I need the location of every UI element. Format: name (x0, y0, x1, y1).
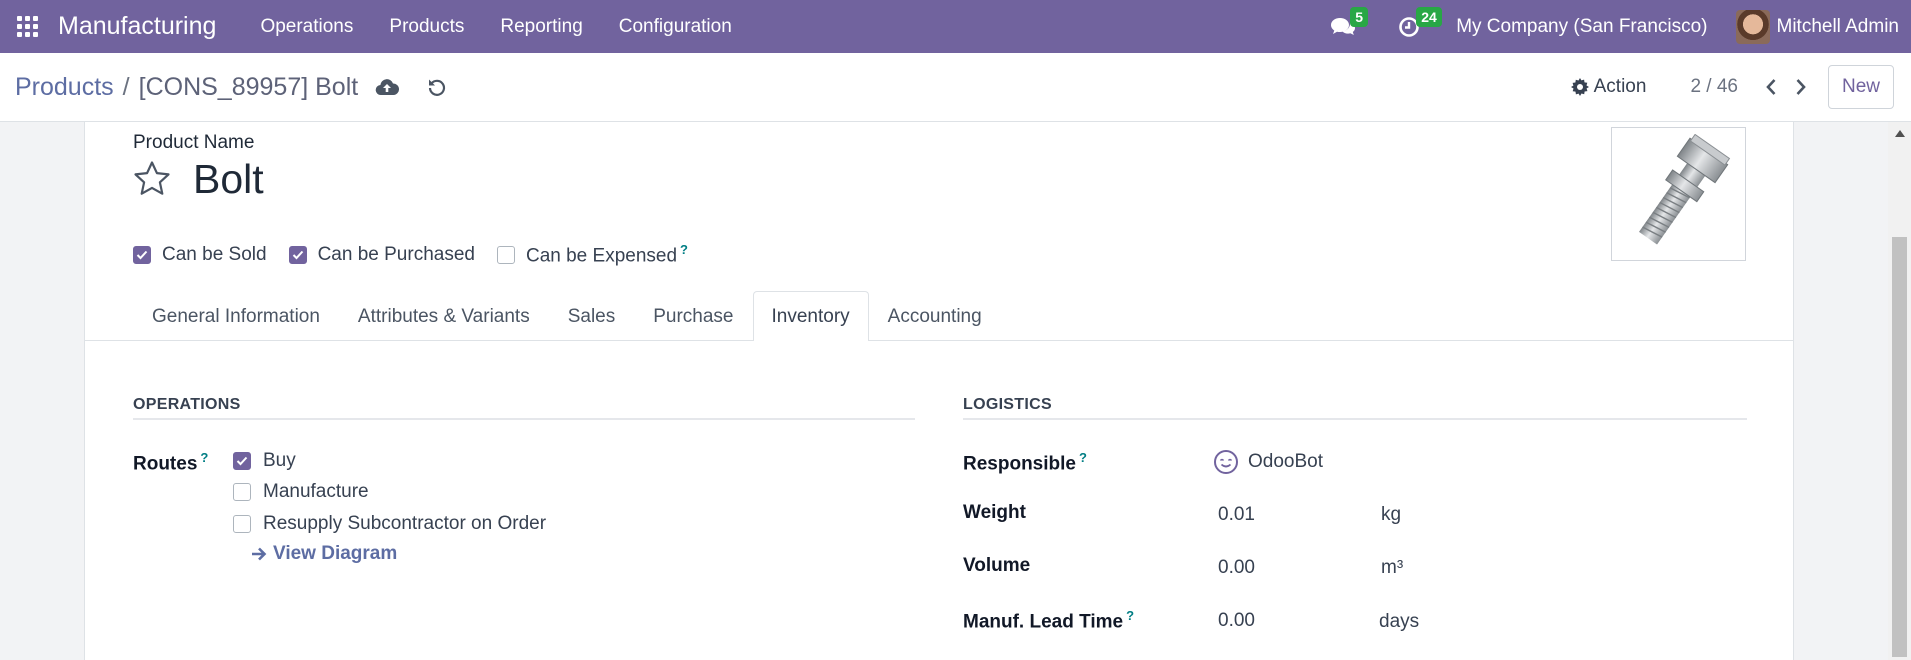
pager-value[interactable]: 2 / 46 (1690, 76, 1738, 98)
volume-input[interactable]: 0.00 (1218, 557, 1255, 579)
breadcrumb-products-link[interactable]: Products (15, 73, 114, 102)
tab-purchase[interactable]: Purchase (634, 291, 752, 340)
top-navbar: Manufacturing Operations Products Report… (0, 0, 1911, 53)
route-manufacture-checkbox[interactable] (233, 483, 251, 501)
responsible-value: OdooBot (1248, 451, 1323, 472)
volume-label: Volume (963, 555, 1031, 576)
can-be-purchased-label: Can be Purchased (317, 243, 475, 265)
logistics-section-title: LOGISTICS (963, 396, 1052, 413)
view-diagram-link[interactable]: View Diagram (251, 543, 397, 565)
route-buy-label: Buy (263, 450, 296, 471)
scroll-up-arrow-icon[interactable] (1888, 122, 1911, 144)
bolt-image-icon (1638, 134, 1730, 245)
responsible-help[interactable]: ? (1079, 450, 1087, 465)
tab-sales[interactable]: Sales (549, 291, 635, 340)
volume-unit: m³ (1381, 557, 1404, 578)
new-button[interactable]: New (1827, 65, 1894, 109)
control-panel: Products / [CONS_89957] Bolt Action 2 / … (0, 53, 1911, 122)
manuf-lead-time-input[interactable]: 0.00 (1218, 610, 1255, 632)
action-label: Action (1593, 76, 1647, 97)
can-be-purchased-checkbox[interactable] (288, 245, 307, 264)
route-resupply-subcontractor: Resupply Subcontractor on Order (233, 513, 546, 535)
route-buy: Buy (233, 450, 296, 472)
app-name[interactable]: Manufacturing (58, 12, 216, 41)
weight-input[interactable]: 0.01 (1218, 504, 1255, 526)
operations-divider (133, 418, 915, 420)
can-be-sold-label: Can be Sold (162, 243, 267, 265)
can-be-expensed-field: Can be Expensed? (496, 242, 688, 267)
menu-reporting[interactable]: Reporting (482, 0, 600, 53)
messages-count-badge: 5 (1350, 7, 1368, 27)
manuf-lead-time-help[interactable]: ? (1126, 608, 1134, 623)
breadcrumb-current-record: [CONS_89957] Bolt (138, 72, 359, 101)
operations-section-title: OPERATIONS (133, 396, 241, 413)
action-menu-button[interactable]: Action (1570, 76, 1647, 98)
routes-label: Routes? (133, 450, 209, 475)
cloud-upload-icon (375, 79, 400, 96)
favorite-star-icon[interactable] (133, 160, 171, 201)
route-resupply-subcontractor-checkbox[interactable] (233, 515, 251, 533)
breadcrumb-separator: / (122, 72, 130, 101)
can-be-sold-field: Can be Sold (133, 244, 267, 266)
responsible-label: Responsible? (963, 450, 1087, 475)
page-scrollbar[interactable] (1888, 122, 1911, 660)
menu-configuration[interactable]: Configuration (601, 0, 750, 53)
route-manufacture-label: Manufacture (263, 481, 369, 502)
chevron-right-icon (1796, 79, 1806, 95)
company-switcher[interactable]: My Company (San Francisco) (1442, 16, 1735, 38)
weight-unit: kg (1381, 504, 1402, 525)
pager-next-button[interactable] (1786, 67, 1816, 107)
tab-accounting[interactable]: Accounting (869, 291, 1001, 340)
manuf-lead-time-unit: days (1379, 611, 1420, 632)
routes-help[interactable]: ? (200, 450, 208, 465)
arrow-right-icon (252, 547, 267, 561)
user-menu[interactable]: Mitchell Admin (1735, 9, 1911, 44)
undo-icon (429, 79, 446, 96)
route-buy-checkbox[interactable] (233, 452, 251, 470)
tab-attributes-variants[interactable]: Attributes & Variants (339, 291, 549, 340)
tab-general-information[interactable]: General Information (133, 291, 339, 340)
menu-operations[interactable]: Operations (242, 0, 371, 53)
form-tabs: General Information Attributes & Variant… (85, 291, 1793, 341)
product-image[interactable] (1611, 127, 1746, 261)
tab-inventory[interactable]: Inventory (752, 291, 869, 341)
breadcrumb: Products / [CONS_89957] Bolt (15, 73, 358, 102)
odoobot-avatar-icon (1214, 450, 1238, 474)
discard-button[interactable] (416, 67, 458, 107)
apps-menu-icon[interactable] (0, 0, 54, 53)
pager-previous-button[interactable] (1756, 67, 1786, 107)
can-be-expensed-help[interactable]: ? (680, 242, 688, 257)
can-be-expensed-checkbox[interactable] (496, 245, 515, 264)
messages-button[interactable]: 5 (1310, 0, 1376, 53)
logistics-divider (963, 418, 1747, 420)
gear-icon (1570, 78, 1589, 96)
product-name-label: Product Name (133, 132, 255, 153)
activities-button[interactable]: 24 (1376, 0, 1442, 53)
route-manufacture: Manufacture (233, 481, 369, 503)
manuf-lead-time-label: Manuf. Lead Time? (963, 608, 1135, 633)
can-be-sold-checkbox[interactable] (133, 245, 151, 264)
activities-count-badge: 24 (1416, 7, 1442, 27)
user-name: Mitchell Admin (1776, 15, 1900, 37)
menu-products[interactable]: Products (371, 0, 482, 53)
weight-label: Weight (963, 502, 1026, 523)
product-form-sheet: Product Name Bolt Can be Sold Can be Pur… (84, 122, 1794, 660)
scrollbar-thumb[interactable] (1892, 237, 1907, 657)
route-resupply-subcontractor-label: Resupply Subcontractor on Order (263, 513, 547, 534)
chevron-left-icon (1766, 79, 1776, 95)
can-be-purchased-field: Can be Purchased (288, 243, 475, 266)
responsible-field[interactable]: OdooBot (1213, 449, 1323, 475)
product-type-checkboxes: Can be Sold Can be Purchased Can be Expe… (133, 242, 710, 267)
can-be-expensed-label: Can be Expensed? (525, 242, 688, 267)
save-button[interactable] (366, 67, 408, 107)
product-name-input[interactable]: Bolt (193, 156, 264, 203)
user-avatar (1735, 9, 1770, 44)
